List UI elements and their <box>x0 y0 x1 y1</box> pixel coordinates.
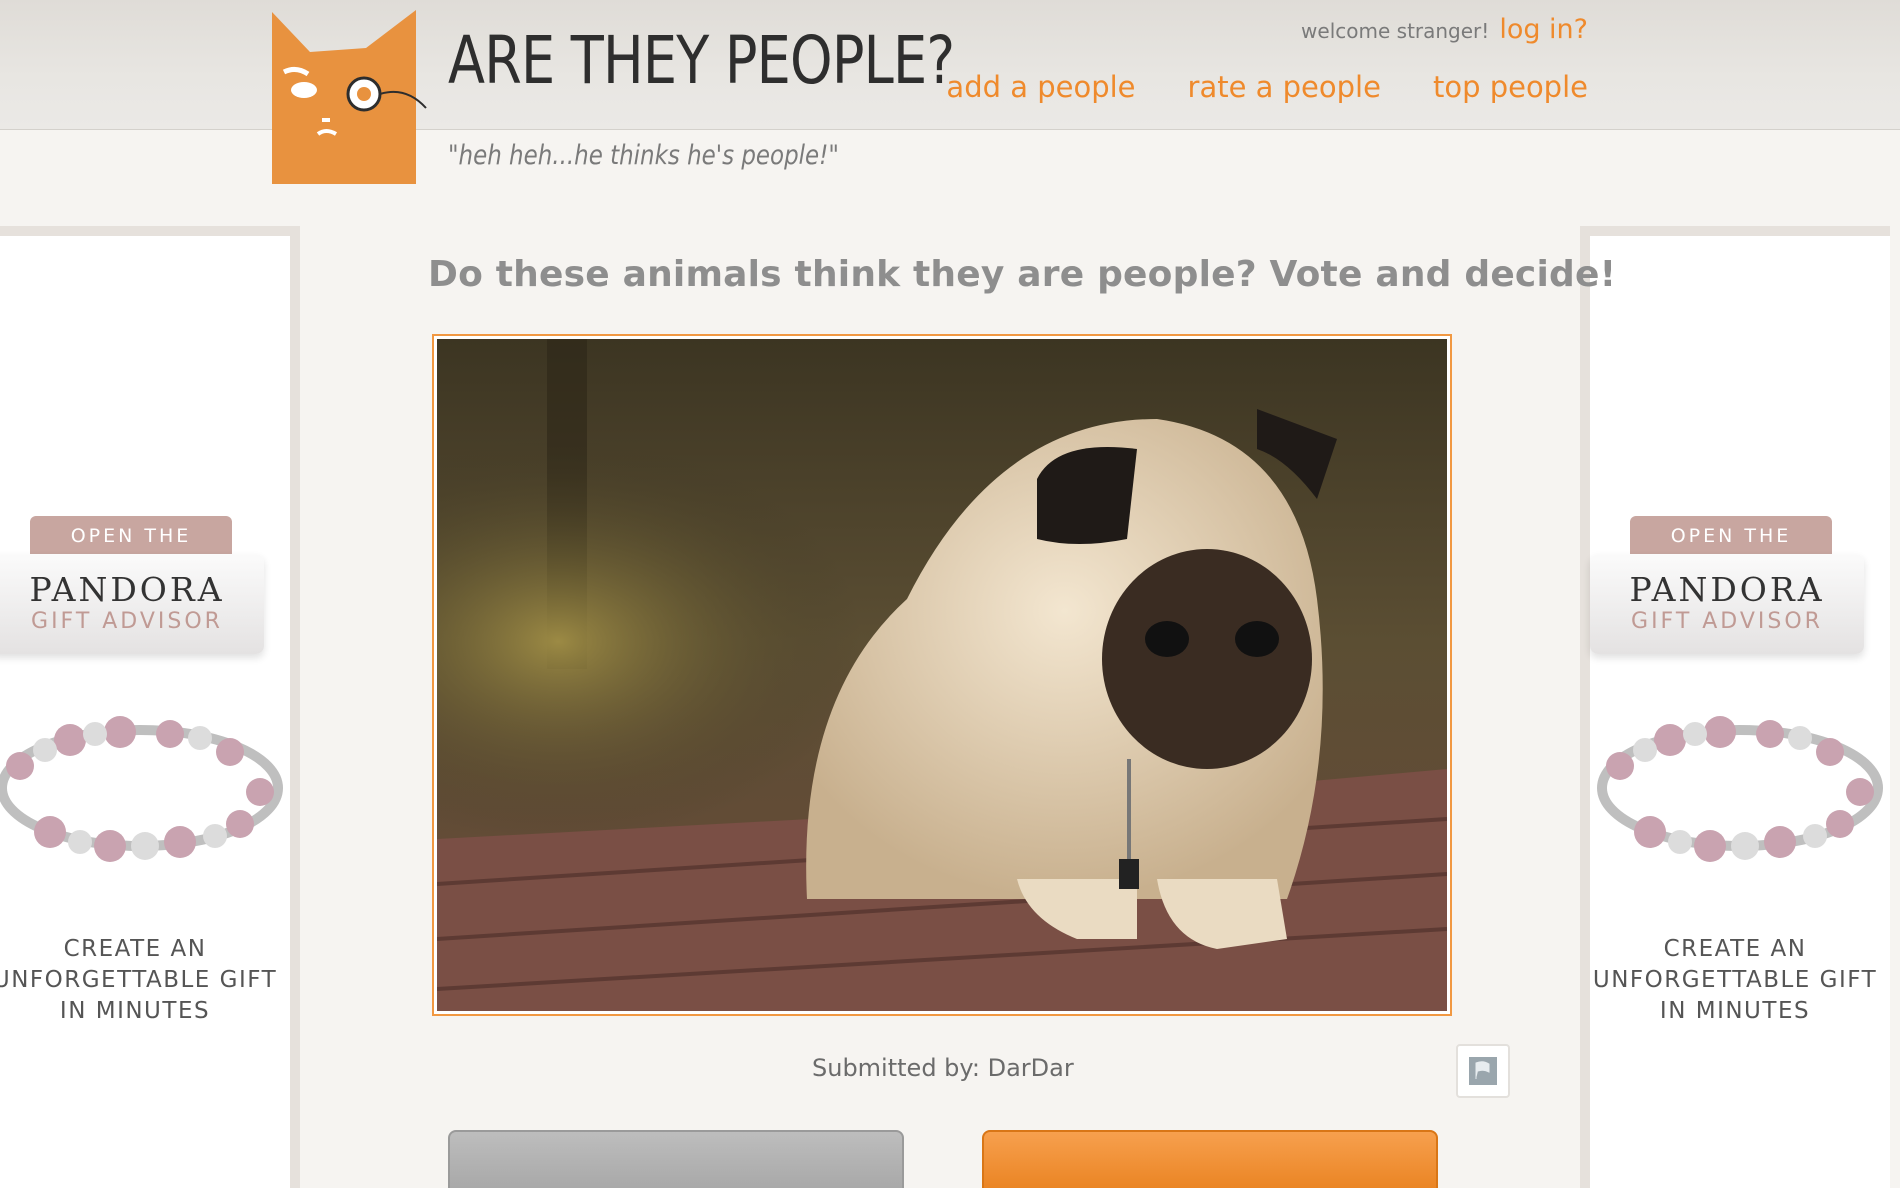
welcome-text: welcome stranger! <box>1301 19 1490 43</box>
ad-sub: GIFT ADVISOR <box>31 609 223 634</box>
submitted-by: Submitted by: DarDar <box>812 1054 1074 1082</box>
animal-photo[interactable] <box>432 334 1452 1016</box>
welcome-area: welcome stranger! log in? <box>1301 14 1588 45</box>
right-ad[interactable]: OPEN THE PANDORA GIFT ADVISOR CREATE AN … <box>1580 226 1890 1188</box>
nav-top-people[interactable]: top people <box>1433 70 1588 104</box>
vote-people-button[interactable] <box>982 1130 1438 1188</box>
ad-copy-line: IN MINUTES <box>1659 998 1811 1024</box>
ad-plate: PANDORA GIFT ADVISOR <box>1590 554 1864 654</box>
ad-sub: GIFT ADVISOR <box>1631 609 1823 634</box>
nav-add-a-people[interactable]: add a people <box>946 70 1135 104</box>
ad-brand: PANDORA <box>1629 570 1825 609</box>
cat-logo-icon[interactable] <box>266 8 428 184</box>
flag-icon <box>1469 1057 1497 1085</box>
pug-photo-image <box>437 339 1447 1011</box>
bracelet-image <box>1597 716 1883 862</box>
left-ad[interactable]: OPEN THE PANDORA GIFT ADVISOR CREATE AN … <box>0 226 300 1188</box>
site-title[interactable]: ARE THEY PEOPLE? <box>448 22 955 99</box>
main-nav: add a people rate a people top people <box>946 70 1588 104</box>
ad-copy-line: CREATE AN <box>1663 936 1807 962</box>
login-link[interactable]: log in? <box>1499 14 1588 45</box>
vote-not-people-button[interactable] <box>448 1130 904 1188</box>
ad-tab: OPEN THE <box>1630 516 1832 554</box>
flag-button[interactable] <box>1456 1044 1510 1098</box>
ad-plate: PANDORA GIFT ADVISOR <box>0 554 264 654</box>
ad-copy: CREATE AN UNFORGETTABLE GIFT IN MINUTES <box>0 934 280 1027</box>
ad-copy-line: IN MINUTES <box>59 998 211 1024</box>
tagline: "heh heh...he thinks he's people!" <box>448 140 839 171</box>
ad-copy: CREATE AN UNFORGETTABLE GIFT IN MINUTES <box>1590 934 1880 1027</box>
ad-copy-line: CREATE AN <box>63 936 207 962</box>
nav-rate-a-people[interactable]: rate a people <box>1188 70 1381 104</box>
ad-tab: OPEN THE <box>30 516 232 554</box>
ad-copy-line: UNFORGETTABLE GIFT <box>1592 967 1878 993</box>
bracelet-image <box>0 716 283 862</box>
ad-copy-line: UNFORGETTABLE GIFT <box>0 967 278 993</box>
page-headline: Do these animals think they are people? … <box>428 254 1617 295</box>
ad-brand: PANDORA <box>29 570 225 609</box>
